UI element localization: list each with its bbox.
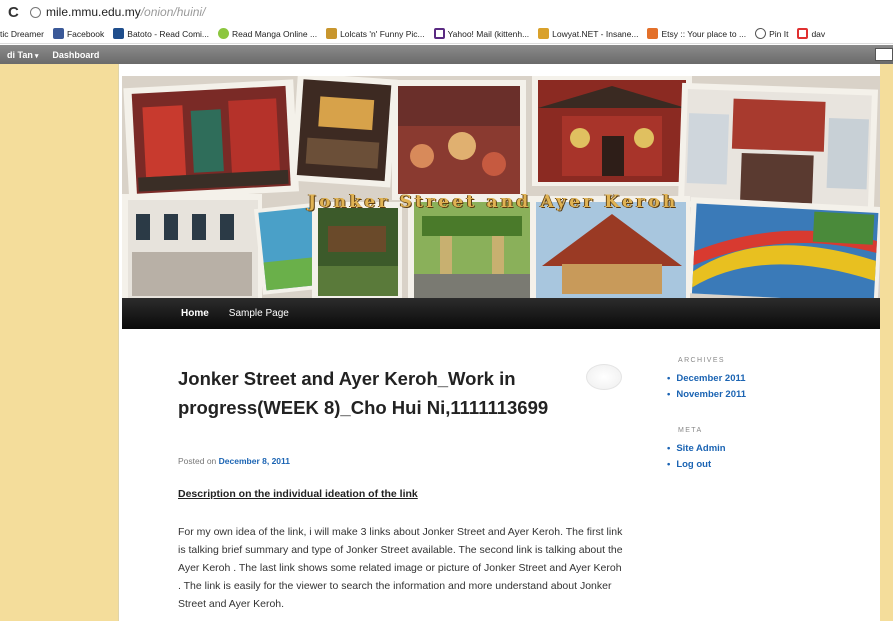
bookmark-item[interactable]: Yahoo! Mail (kittenh... [433,28,530,39]
admin-user-menu[interactable]: di Tan ▾ [0,50,45,60]
photo-red-shophouse [123,79,300,201]
bookmark-item[interactable]: tic Dreamer [0,29,44,39]
archive-link[interactable]: November 2011 [667,387,746,403]
bookmark-label: Yahoo! Mail (kittenh... [447,28,530,39]
bookmark-label: Batoto - Read Comi... [127,28,210,39]
logout-link[interactable]: Log out [667,457,726,473]
batoto-icon [113,28,125,39]
bookmark-label: Facebook [66,28,105,39]
posted-on-label: Posted on [178,456,217,466]
meta-widget-title: META [678,427,703,434]
yahoo-icon [433,28,445,39]
section-heading: Description on the individual ideation o… [178,488,418,500]
photo-temple [532,76,692,186]
admin-user-label: di Tan [7,49,33,60]
photo-hard-rock-cafe [677,82,879,214]
etsy-icon [647,28,659,39]
bookmark-item[interactable]: dav [797,28,825,39]
bookmarks-bar: tic Dreamer Facebook Batoto - Read Comi.… [0,24,893,44]
bookmark-label: Etsy :: Your place to ... [661,28,747,39]
photo-crowd [392,80,526,200]
photo-white-shophouses [122,194,262,298]
main-nav: Home Sample Page [122,298,880,329]
bookmark-label: tic Dreamer [0,28,44,39]
post-date-link[interactable]: December 8, 2011 [219,456,290,466]
url-path[interactable]: /onion/huini/ [141,5,206,19]
photo-street-sign [290,76,398,188]
caret-down-icon: ▾ [34,52,39,60]
pinit-icon [755,28,767,39]
admin-bar: di Tan ▾ Dashboard [0,45,893,64]
bookmark-label: dav [811,28,826,39]
url-host[interactable]: mile.mmu.edu.my [46,5,141,19]
facebook-icon [52,28,64,39]
lowyat-icon [538,28,550,39]
header-banner[interactable]: Jonker Street and Ayer Keroh [122,76,880,298]
dav-icon [797,28,809,39]
site-admin-link[interactable]: Site Admin [667,441,725,457]
bookmark-item[interactable]: Batoto - Read Comi... [113,28,209,39]
post-title[interactable]: Jonker Street and Ayer Keroh_Work in pro… [178,364,578,422]
page-info-icon[interactable] [30,6,41,18]
admin-search-input[interactable] [875,48,893,61]
post-meta: Posted on December 8, 2011 [178,456,290,466]
nav-item-home[interactable]: Home [181,308,209,319]
photo-ayer-keroh-sign [312,202,402,298]
bookmark-item[interactable]: Lowyat.NET - Insane... [538,28,638,39]
bookmark-item[interactable]: Pin It [755,28,788,39]
archives-list: December 2011 November 2011 [667,371,746,402]
address-bar[interactable]: C mile.mmu.edu.my /onion/huini/ [0,0,893,24]
post-body: For my own idea of the link, i will make… [178,526,623,610]
bookmark-item[interactable]: Read Manga Online ... [218,28,317,39]
banner-title: Jonker Street and Ayer Keroh [308,192,679,212]
bookmark-item[interactable]: Lolcats 'n' Funny Pic... [326,28,425,39]
header-photo-collage [122,76,880,298]
archive-link[interactable]: December 2011 [667,371,746,387]
bookmark-item[interactable]: Etsy :: Your place to ... [647,28,746,39]
comment-bubble-icon[interactable] [586,364,622,390]
bookmark-label: Lowyat.NET - Insane... [552,28,639,39]
photo-water-slides [685,197,880,298]
bookmark-item[interactable]: Facebook [52,28,105,39]
bookmark-label: Pin It [769,28,789,39]
archives-widget-title: ARCHIVES [678,357,725,364]
reload-icon[interactable]: C [8,4,26,21]
manga-icon [218,28,230,39]
bookmark-label: Lolcats 'n' Funny Pic... [340,28,425,39]
lolcats-icon [326,28,338,39]
meta-list: Site Admin Log out [667,441,726,473]
dashboard-link[interactable]: Dashboard [45,50,106,60]
nav-item-sample-page[interactable]: Sample Page [229,308,289,319]
bookmark-label: Read Manga Online ... [232,28,318,39]
